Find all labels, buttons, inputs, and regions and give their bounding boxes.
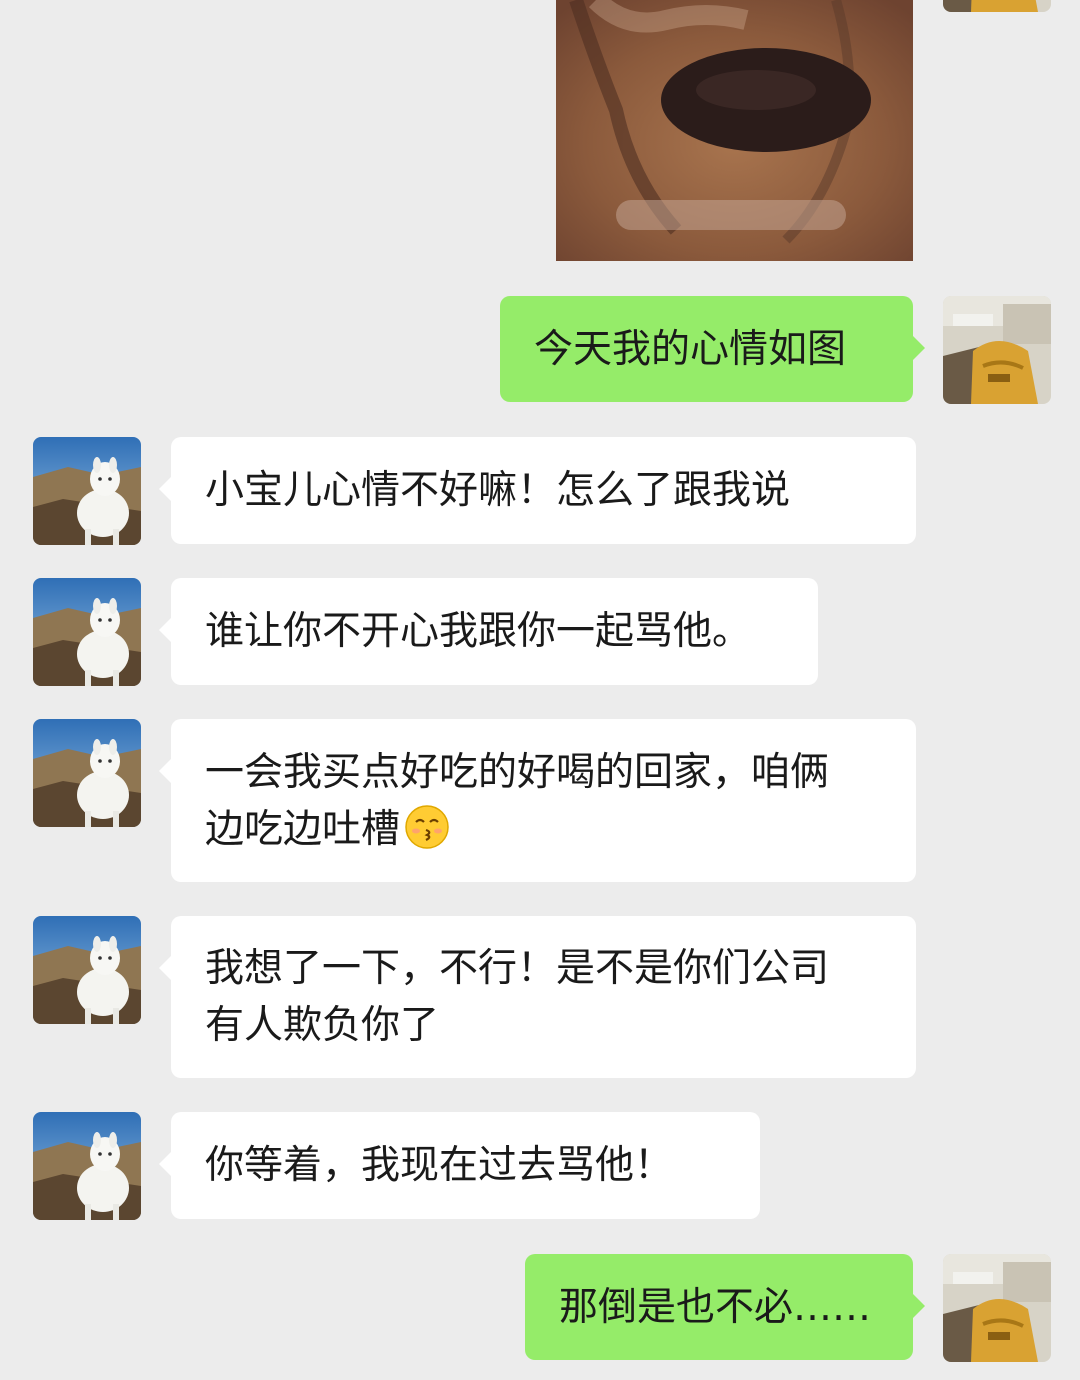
contact-avatar-icon[interactable] — [33, 719, 141, 827]
self-avatar-icon[interactable] — [943, 1254, 1051, 1362]
self-avatar-icon[interactable] — [943, 0, 1051, 12]
message-text: 你等着，我现在过去骂他！ — [205, 1143, 674, 1188]
message-text: 今天我的心情如图 — [534, 326, 847, 372]
dog-face-sticker-icon[interactable] — [556, 0, 913, 261]
outgoing-message[interactable]: 那倒是也不必…… — [525, 1254, 925, 1360]
message-text: 小宝儿心情不好嘛！怎么了跟我说 — [205, 468, 791, 513]
incoming-message[interactable]: 小宝儿心情不好嘛！怎么了跟我说 — [159, 437, 916, 544]
contact-avatar-icon[interactable] — [33, 916, 141, 1024]
message-text: 一会我买点好吃的好喝的回家，咱俩 — [205, 749, 830, 795]
message-text: 那倒是也不必…… — [559, 1284, 872, 1330]
self-avatar-icon[interactable] — [943, 296, 1051, 404]
message-text: 边吃边吐槽 — [205, 806, 401, 852]
contact-avatar-icon[interactable] — [33, 578, 141, 686]
contact-avatar-icon[interactable] — [33, 437, 141, 545]
kissing-face-emoji-icon — [404, 804, 450, 850]
incoming-message[interactable]: 一会我买点好吃的好喝的回家，咱俩 边吃边吐槽 — [159, 719, 916, 882]
message-text-line-2: 边吃边吐槽 — [205, 801, 882, 858]
incoming-message[interactable]: 我想了一下，不行！是不是你们公司 有人欺负你了 — [159, 916, 916, 1078]
incoming-message[interactable]: 你等着，我现在过去骂他！ — [159, 1112, 760, 1219]
outgoing-message[interactable]: 今天我的心情如图 — [500, 296, 925, 402]
chat-area: 今天我的心情如图 小宝儿心情不好嘛！怎么了跟我说 谁让你不开心我跟你一起骂他。 … — [0, 0, 1080, 1380]
message-text: 我想了一下，不行！是不是你们公司 — [205, 946, 830, 991]
message-text: 谁让你不开心我跟你一起骂他。 — [205, 609, 752, 654]
contact-avatar-icon[interactable] — [33, 1112, 141, 1220]
message-text: 有人欺负你了 — [205, 1003, 440, 1048]
incoming-message[interactable]: 谁让你不开心我跟你一起骂他。 — [159, 578, 818, 685]
